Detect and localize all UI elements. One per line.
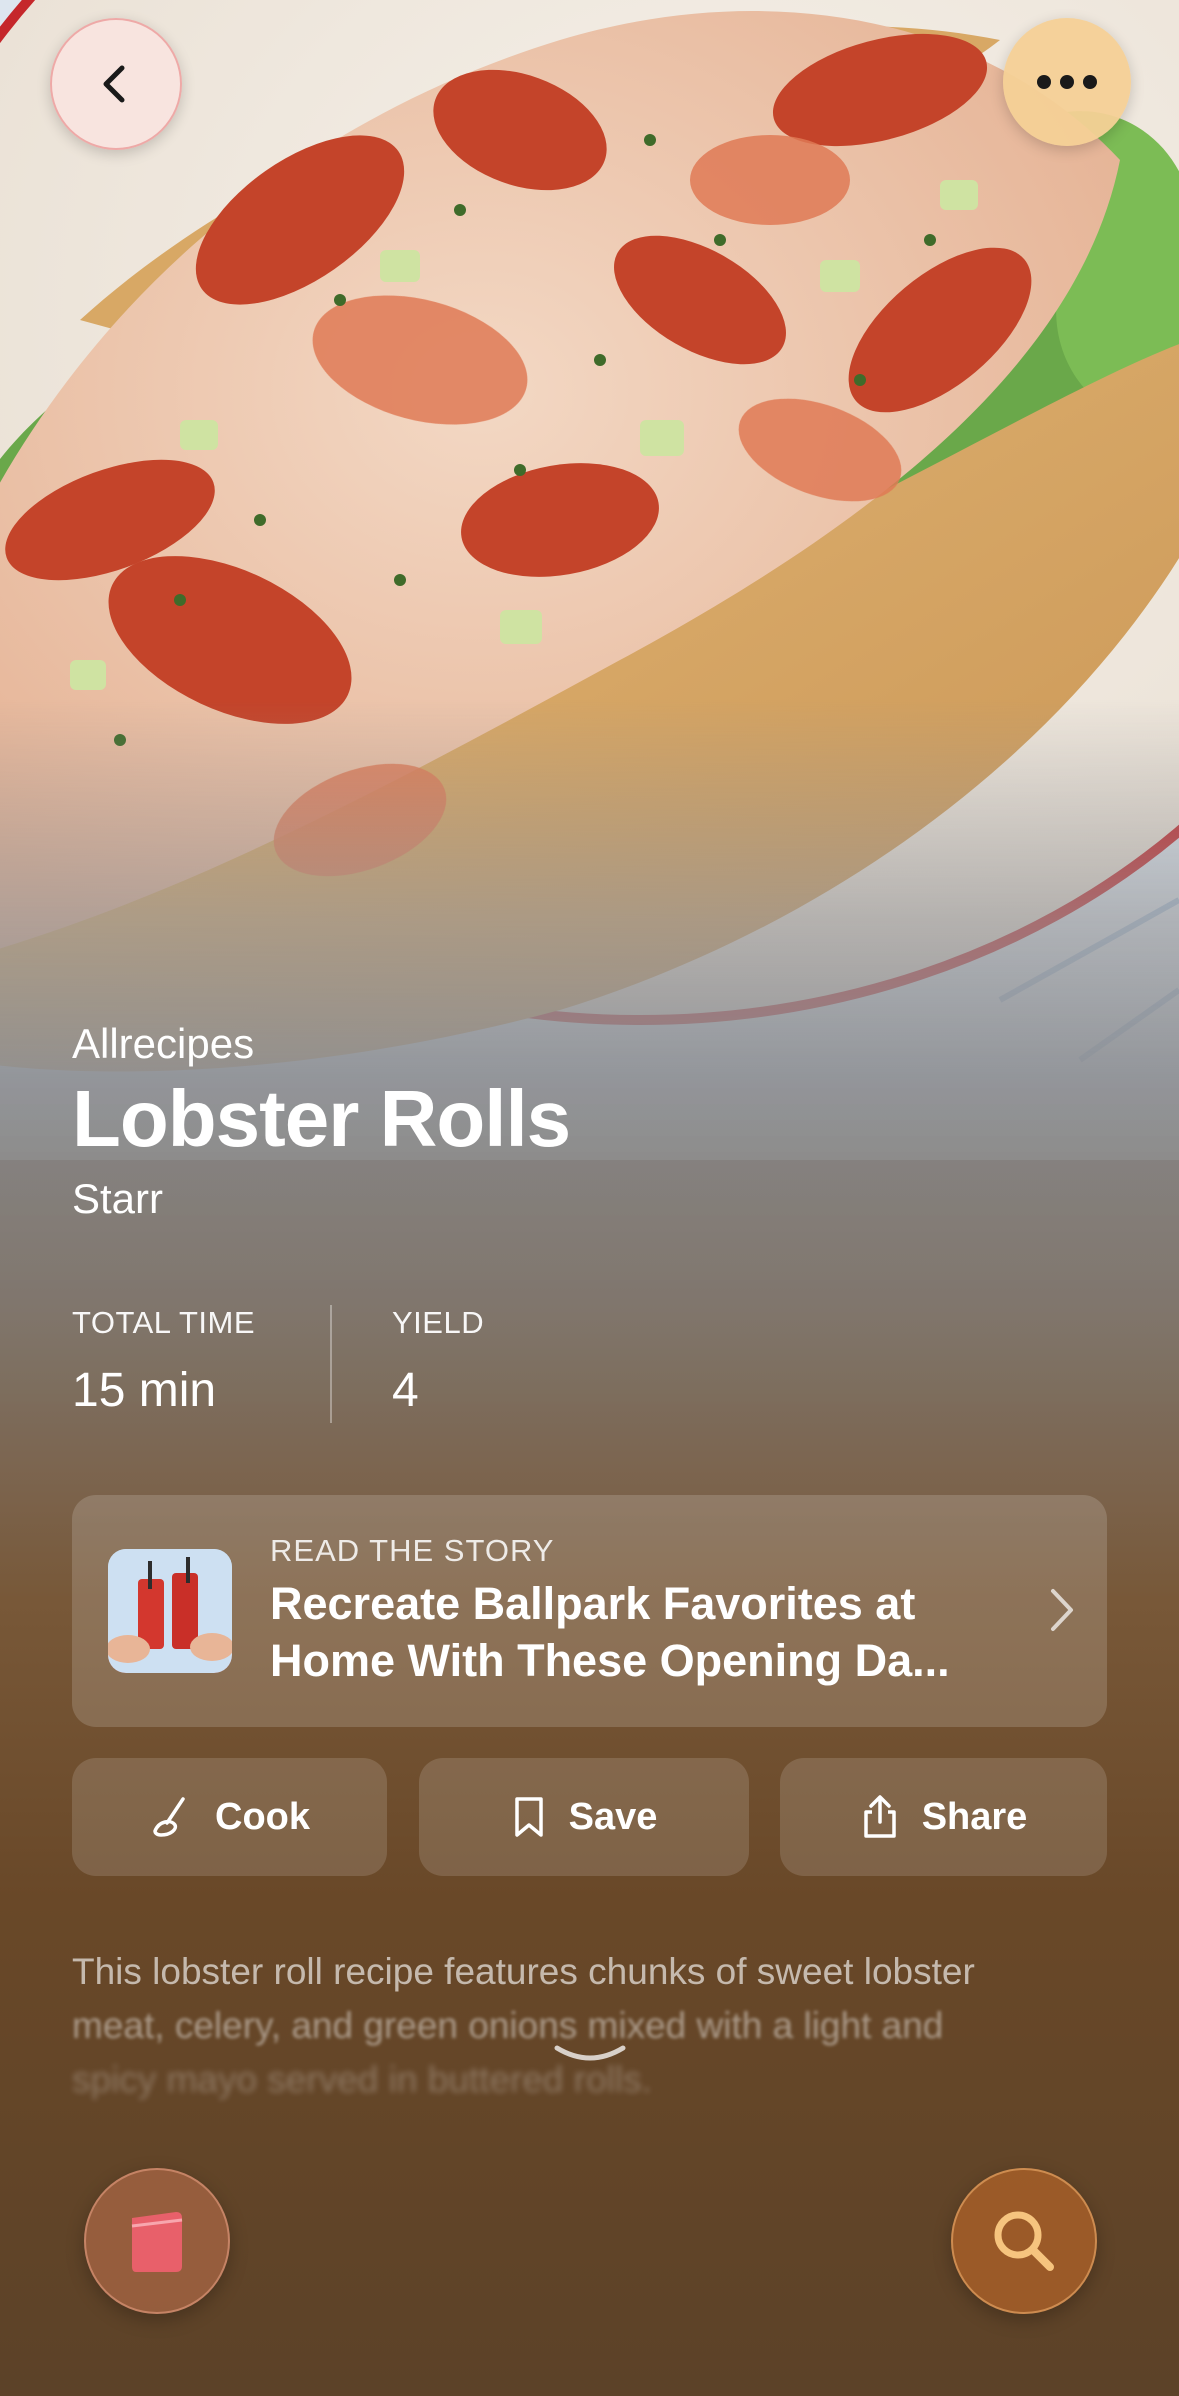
chevron-right-icon: [1051, 1589, 1073, 1631]
expand-handle-icon[interactable]: [553, 2042, 627, 2066]
share-button[interactable]: Share: [780, 1758, 1107, 1876]
cook-label: Cook: [215, 1795, 310, 1838]
total-time-label: TOTAL TIME: [72, 1305, 255, 1340]
story-thumbnail: [108, 1549, 232, 1673]
story-headline: Recreate Ballpark Favorites at Home With…: [270, 1578, 950, 1686]
share-label: Share: [921, 1795, 1028, 1838]
chevron-left-icon: [103, 65, 125, 103]
search-button[interactable]: [951, 2168, 1097, 2314]
share-icon: [863, 1795, 896, 1838]
recipe-title: Lobster Rolls: [72, 1074, 571, 1163]
recipe-author: Starr: [72, 1175, 164, 1222]
yield-stat: YIELD 4: [392, 1305, 484, 1425]
back-button[interactable]: [50, 18, 182, 150]
recipe-source[interactable]: Allrecipes: [72, 1020, 254, 1068]
ellipsis-icon: [1037, 75, 1097, 89]
action-row: Cook Save Share: [72, 1758, 1107, 1878]
search-icon: [994, 2211, 1054, 2271]
recipe-description[interactable]: This lobster roll recipe features chunks…: [72, 1945, 1112, 2107]
yield-value: 4: [392, 1364, 419, 1417]
recipe-stats: TOTAL TIME 15 min YIELD 4: [72, 1305, 484, 1425]
recipe-book-icon: [131, 2212, 183, 2272]
total-time-stat: TOTAL TIME 15 min: [72, 1305, 330, 1425]
total-time-value: 15 min: [72, 1364, 217, 1417]
recipe-library-button[interactable]: [84, 2168, 230, 2314]
save-button[interactable]: Save: [419, 1758, 749, 1876]
whisk-icon: [153, 1797, 185, 1837]
bookmark-icon: [514, 1797, 543, 1837]
stats-divider: [330, 1305, 332, 1423]
cook-button[interactable]: Cook: [72, 1758, 387, 1876]
yield-label: YIELD: [392, 1305, 485, 1340]
recipe-detail-screen: Allrecipes Lobster Rolls Starr TOTAL TIM…: [0, 0, 1179, 2396]
story-kicker: READ THE STORY: [270, 1533, 555, 1568]
read-story-card[interactable]: READ THE STORY Recreate Ballpark Favorit…: [72, 1495, 1107, 1727]
more-options-button[interactable]: [1003, 18, 1131, 146]
save-label: Save: [568, 1795, 658, 1838]
description-line-1: This lobster roll recipe features chunks…: [72, 1951, 975, 1992]
